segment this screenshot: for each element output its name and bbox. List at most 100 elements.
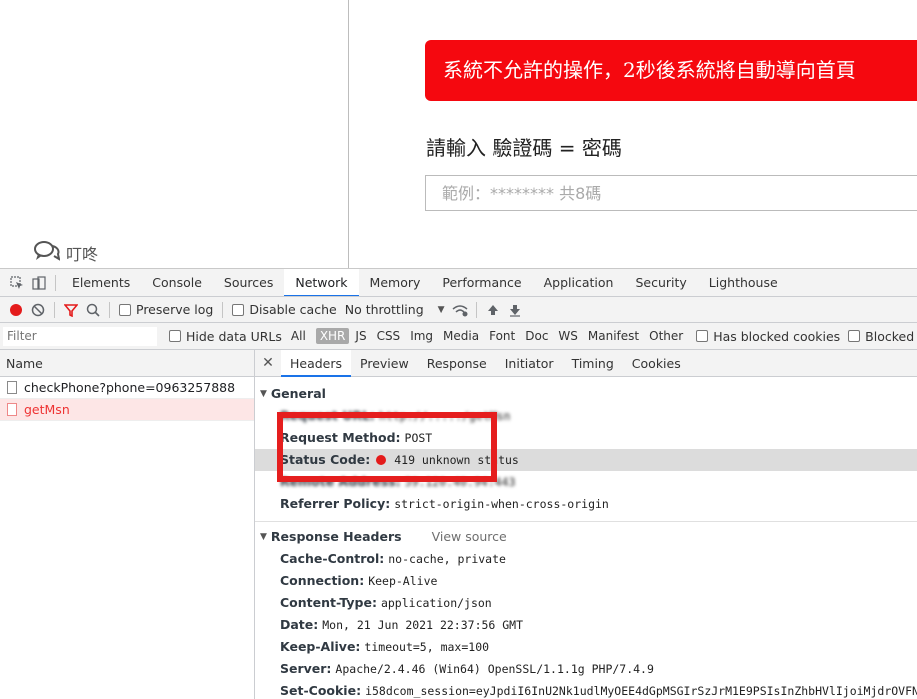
header-key: Server: bbox=[280, 661, 332, 676]
network-toolbar: Preserve log Disable cache No throttling… bbox=[0, 297, 917, 323]
collapse-triangle-icon: ▼ bbox=[260, 389, 267, 399]
header-value: Mon, 21 Jun 2021 22:37:56 GMT bbox=[322, 618, 524, 632]
filter-type-img[interactable]: Img bbox=[406, 328, 437, 344]
filter-type-font[interactable]: Font bbox=[485, 328, 519, 344]
request-row-checkphone[interactable]: checkPhone?phone=0963257888 bbox=[0, 377, 254, 399]
checkbox-box bbox=[232, 303, 245, 316]
network-filterbar: Hide data URLs All XHR JS CSS Img Media … bbox=[0, 323, 917, 350]
divider bbox=[55, 274, 56, 291]
divider bbox=[222, 301, 224, 318]
search-icon[interactable] bbox=[82, 299, 104, 321]
response-header-row: Server: Apache/2.4.46 (Win64) OpenSSL/1.… bbox=[255, 658, 917, 680]
inspect-element-icon[interactable] bbox=[6, 272, 28, 294]
hide-data-urls-checkbox[interactable]: Hide data URLs bbox=[165, 329, 286, 344]
tab-preview[interactable]: Preview bbox=[351, 350, 418, 377]
header-value: application/json bbox=[380, 596, 492, 610]
page-left-panel: 叮咚 bbox=[0, 0, 349, 268]
request-url-key: Request URL: bbox=[280, 408, 375, 423]
tab-sources[interactable]: Sources bbox=[213, 269, 284, 296]
detail-tabbar: ✕ Headers Preview Response Initiator Tim… bbox=[255, 350, 917, 377]
devtools-panel: Elements Console Sources Network Memory … bbox=[0, 268, 917, 699]
request-row-getmsn[interactable]: getMsn bbox=[0, 399, 254, 421]
referrer-policy-value: strict-origin-when-cross-origin bbox=[394, 497, 609, 511]
filter-type-ws[interactable]: WS bbox=[554, 328, 581, 344]
tab-application[interactable]: Application bbox=[533, 269, 625, 296]
divider bbox=[255, 521, 917, 522]
has-blocked-cookies-checkbox[interactable]: Has blocked cookies bbox=[692, 329, 844, 344]
header-key: Keep-Alive: bbox=[280, 639, 361, 654]
request-url-row: Request URL: http://...../getMsn bbox=[255, 405, 917, 427]
header-key: Cache-Control: bbox=[280, 551, 385, 566]
filter-type-media[interactable]: Media bbox=[439, 328, 483, 344]
header-value: timeout=5, max=100 bbox=[364, 640, 490, 654]
header-key: Date: bbox=[280, 617, 319, 632]
collapse-triangle-icon: ▼ bbox=[260, 532, 267, 542]
request-url-value: http://...../getMsn bbox=[378, 409, 511, 423]
disable-cache-checkbox[interactable]: Disable cache bbox=[228, 302, 340, 317]
request-list: Name checkPhone?phone=0963257888 getMsn bbox=[0, 350, 255, 699]
tab-timing[interactable]: Timing bbox=[563, 350, 623, 377]
general-title: General bbox=[270, 386, 326, 401]
divider bbox=[475, 301, 477, 318]
request-detail-panel: ✕ Headers Preview Response Initiator Tim… bbox=[255, 350, 917, 699]
referrer-policy-key: Referrer Policy: bbox=[280, 496, 391, 511]
close-icon[interactable]: ✕ bbox=[255, 355, 281, 371]
response-headers-section-toggle[interactable]: ▼ Response Headers View source bbox=[255, 526, 917, 548]
filter-input[interactable] bbox=[3, 326, 157, 346]
response-header-row: Content-Type: application/json bbox=[255, 592, 917, 614]
import-har-icon[interactable] bbox=[482, 299, 504, 321]
view-source-link[interactable]: View source bbox=[432, 526, 507, 548]
filter-icon[interactable] bbox=[60, 299, 82, 321]
tab-memory[interactable]: Memory bbox=[359, 269, 432, 296]
file-icon bbox=[7, 381, 17, 394]
divider bbox=[54, 301, 55, 318]
request-name: getMsn bbox=[24, 402, 70, 417]
throttling-label: No throttling bbox=[344, 302, 424, 317]
response-header-row: Date: Mon, 21 Jun 2021 22:37:56 GMT bbox=[255, 614, 917, 636]
referrer-policy-row: Referrer Policy: strict-origin-when-cros… bbox=[255, 493, 917, 515]
status-code-row: Status Code: 419 unknown status bbox=[255, 449, 917, 471]
filter-type-all[interactable]: All bbox=[287, 328, 310, 344]
header-value: no-cache, private bbox=[388, 552, 506, 566]
preserve-log-checkbox[interactable]: Preserve log bbox=[115, 302, 217, 317]
throttling-select[interactable]: No throttling ▼ bbox=[341, 302, 449, 317]
record-icon[interactable] bbox=[5, 299, 27, 321]
tab-elements[interactable]: Elements bbox=[61, 269, 141, 296]
filter-type-xhr[interactable]: XHR bbox=[315, 328, 350, 344]
filter-type-css[interactable]: CSS bbox=[373, 328, 405, 344]
request-name: checkPhone?phone=0963257888 bbox=[24, 380, 236, 395]
tab-console[interactable]: Console bbox=[141, 269, 213, 296]
chat-widget[interactable]: 叮咚 bbox=[34, 240, 98, 266]
tab-cookies[interactable]: Cookies bbox=[623, 350, 690, 377]
export-har-icon[interactable] bbox=[504, 299, 526, 321]
filter-type-js[interactable]: JS bbox=[351, 328, 370, 344]
header-key: Content-Type: bbox=[280, 595, 377, 610]
tab-security[interactable]: Security bbox=[624, 269, 697, 296]
web-page: 叮咚 系統不允許的操作，2秒後系統將自動導向首頁 請輸入 驗證碼 = 密碼 bbox=[0, 0, 917, 268]
checkbox-box bbox=[848, 330, 861, 342]
tab-network[interactable]: Network bbox=[284, 269, 359, 296]
filter-type-doc[interactable]: Doc bbox=[521, 328, 552, 344]
tab-lighthouse[interactable]: Lighthouse bbox=[698, 269, 789, 296]
filter-type-other[interactable]: Other bbox=[645, 328, 687, 344]
error-alert: 系統不允許的操作，2秒後系統將自動導向首頁 bbox=[425, 40, 917, 101]
tab-response[interactable]: Response bbox=[418, 350, 496, 377]
file-icon bbox=[7, 403, 17, 416]
clear-icon[interactable] bbox=[27, 299, 49, 321]
tab-initiator[interactable]: Initiator bbox=[496, 350, 563, 377]
has-blocked-cookies-label: Has blocked cookies bbox=[713, 328, 841, 344]
tab-headers[interactable]: Headers bbox=[281, 350, 352, 377]
device-toolbar-icon[interactable] bbox=[28, 272, 50, 294]
tab-performance[interactable]: Performance bbox=[431, 269, 532, 296]
blocked-requests-checkbox[interactable]: Blocked Requests bbox=[844, 329, 917, 344]
general-section-toggle[interactable]: ▼ General bbox=[255, 383, 917, 405]
response-headers-title: Response Headers bbox=[270, 529, 402, 544]
filter-type-manifest[interactable]: Manifest bbox=[584, 328, 643, 344]
devtools-tabbar: Elements Console Sources Network Memory … bbox=[0, 269, 917, 297]
verification-code-input[interactable] bbox=[425, 175, 917, 211]
header-value: Apache/2.4.46 (Win64) OpenSSL/1.1.1g PHP… bbox=[335, 662, 654, 676]
network-conditions-icon[interactable] bbox=[449, 299, 471, 321]
status-code-value: 419 unknown status bbox=[394, 453, 519, 467]
request-list-header[interactable]: Name bbox=[0, 350, 254, 377]
dropdown-arrow-icon: ▼ bbox=[437, 304, 445, 315]
